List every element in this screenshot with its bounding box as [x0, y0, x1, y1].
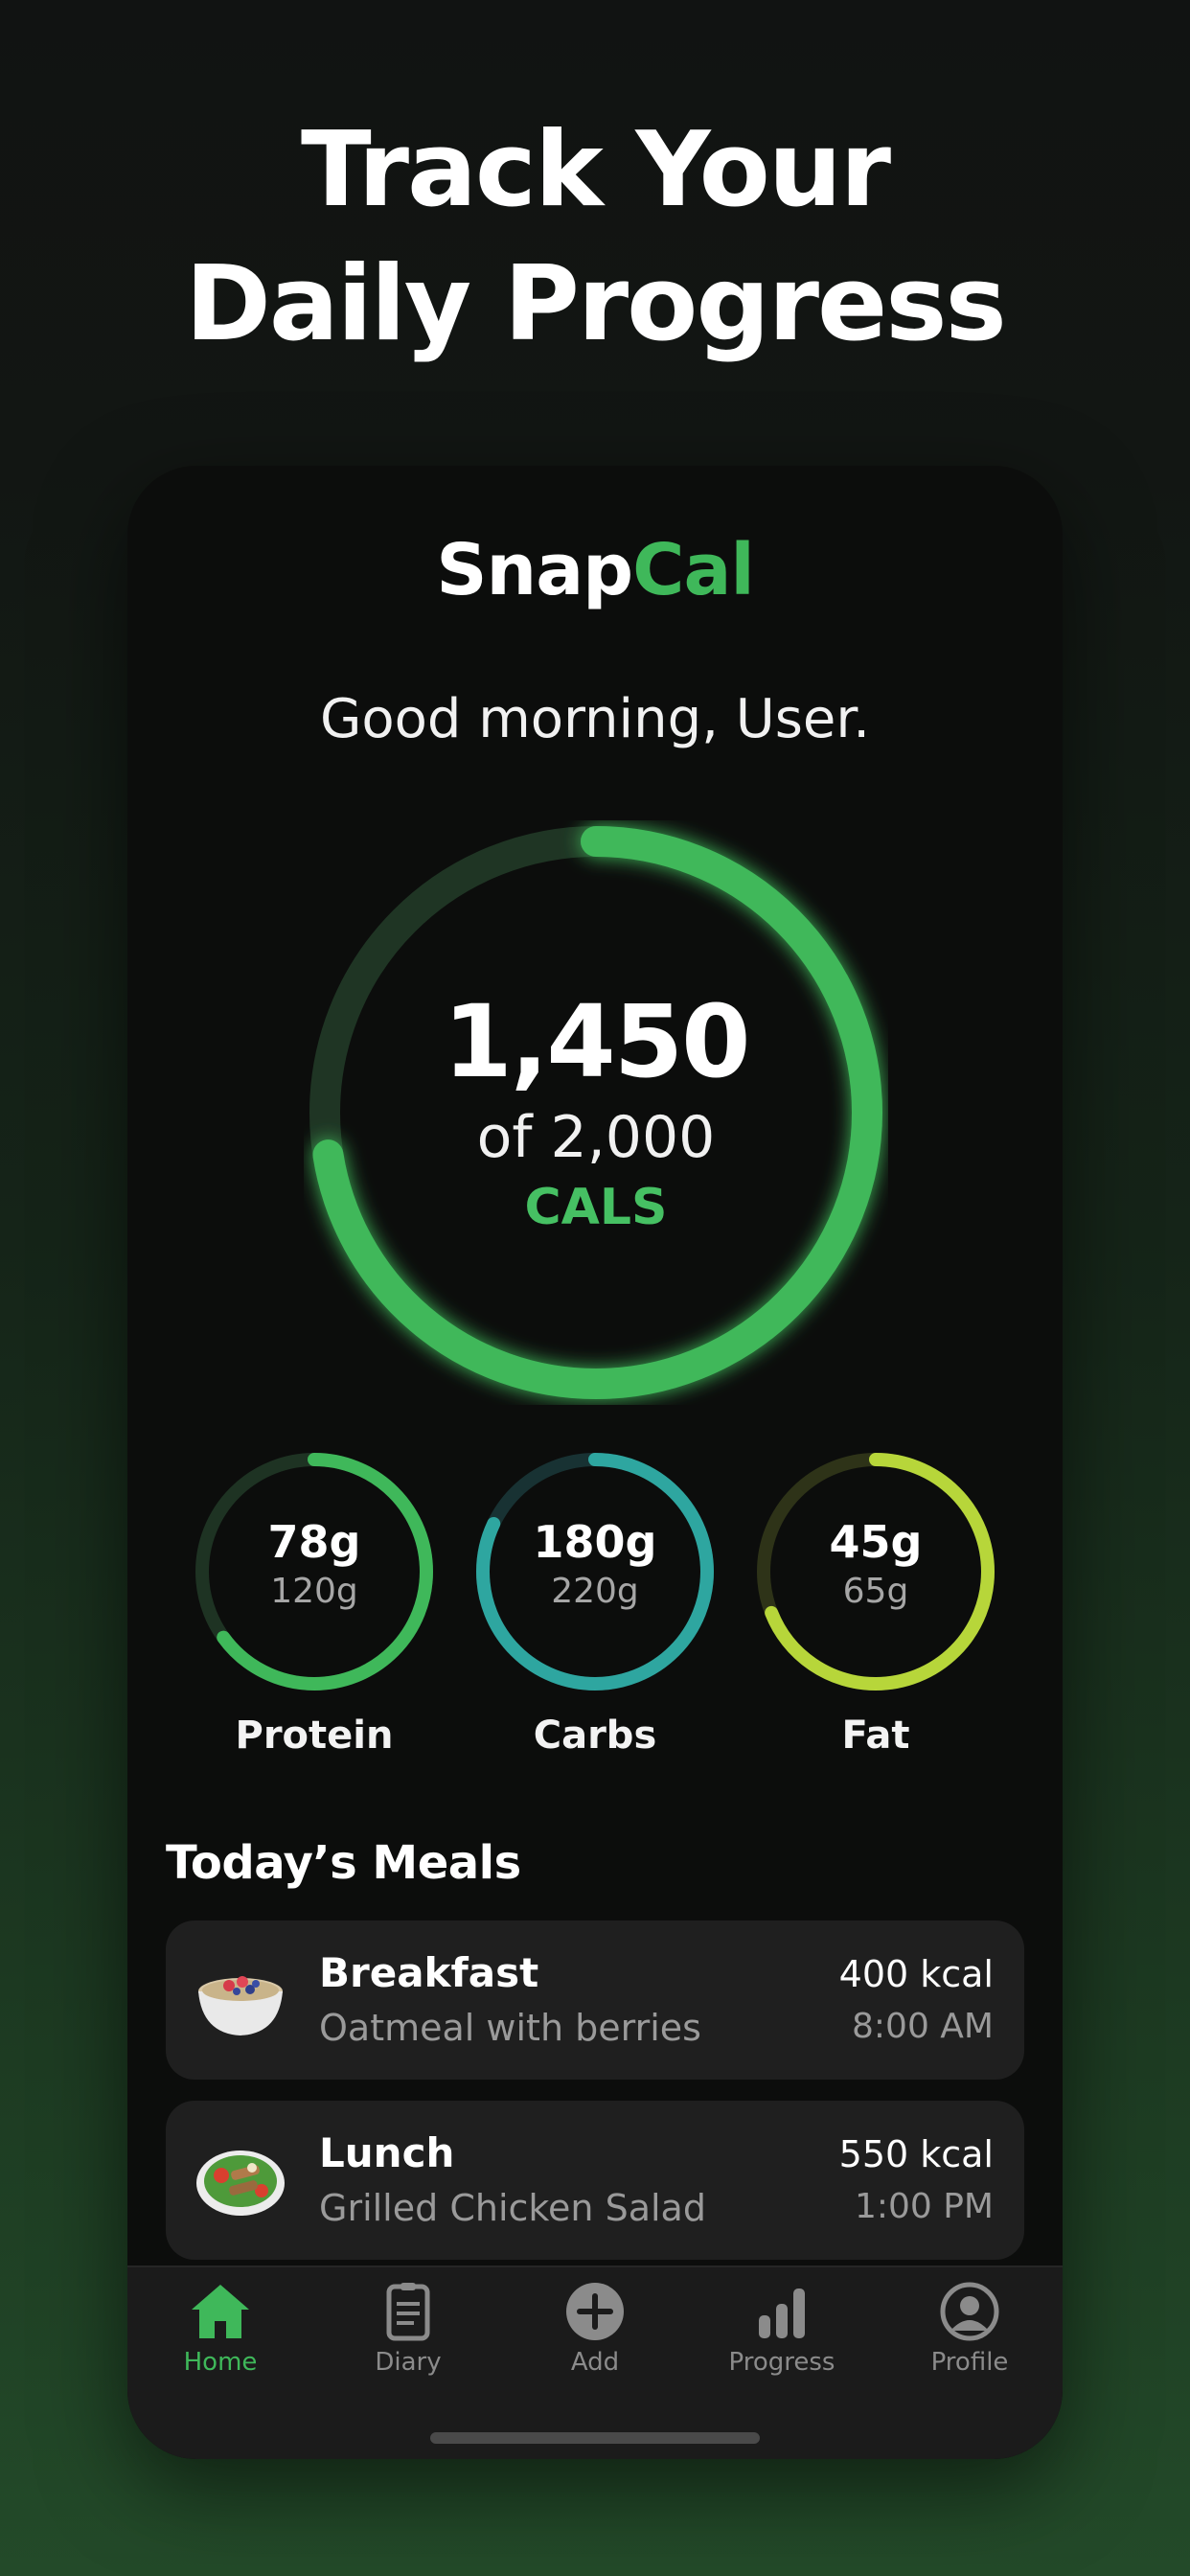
calories-goal: of 2,000 — [476, 1104, 716, 1171]
tab-diary[interactable]: Diary — [332, 2281, 485, 2386]
protein-value: 78g — [267, 1516, 361, 1568]
tab-diary-label: Diary — [375, 2348, 442, 2377]
tab-add-label: Add — [570, 2348, 620, 2377]
meal-calories: 400 kcal — [838, 1953, 994, 1995]
carbs-label: Carbs — [533, 1714, 657, 1758]
meal-card-lunch[interactable]: Lunch Grilled Chicken Salad 550 kcal 1:0… — [166, 2101, 1024, 2260]
carbs-target: 220g — [551, 1572, 639, 1611]
app-logo-part-1: Snap — [436, 529, 633, 611]
calories-unit: CALS — [524, 1179, 668, 1236]
macro-carbs: 180g 220g Carbs — [470, 1447, 720, 1773]
meal-name: Breakfast — [319, 1949, 539, 1996]
meal-name: Lunch — [319, 2129, 455, 2176]
home-icon — [192, 2285, 249, 2338]
chicken-salad-icon — [196, 2150, 285, 2216]
phone-screen: SnapCal Good morning, User. 1,450 of 2,0… — [127, 466, 1063, 2459]
headline-line-2: Daily Progress — [185, 244, 1007, 364]
tab-add[interactable]: Add — [518, 2281, 672, 2386]
meal-time: 8:00 AM — [852, 2007, 994, 2046]
home-indicator — [430, 2432, 760, 2444]
macro-fat: 45g 65g Fat — [751, 1447, 1000, 1773]
greeting: Good morning, User. — [319, 688, 871, 750]
tab-bar: Home Diary Add Progress Profile — [127, 2266, 1063, 2459]
profile-icon — [940, 2282, 999, 2341]
fat-label: Fat — [841, 1714, 910, 1758]
calories-consumed: 1,450 — [443, 983, 751, 1100]
meal-time: 1:00 PM — [854, 2187, 994, 2226]
tab-progress-label: Progress — [728, 2348, 835, 2377]
tab-home-label: Home — [183, 2348, 258, 2377]
protein-label: Protein — [235, 1714, 394, 1758]
app-logo-part-2: Cal — [632, 529, 755, 611]
fat-target: 65g — [842, 1572, 909, 1611]
meal-description: Grilled Chicken Salad — [319, 2187, 706, 2229]
headline-line-1: Track Your — [300, 110, 891, 230]
diary-icon — [386, 2283, 430, 2341]
todays-meals-title: Today’s Meals — [166, 1836, 521, 1890]
calorie-summary: 1,450 of 2,000 CALS — [304, 820, 888, 1405]
oatmeal-bowl-icon — [198, 1976, 283, 2036]
meal-card-breakfast[interactable]: Breakfast Oatmeal with berries 400 kcal … — [166, 1920, 1024, 2080]
calorie-ring: 1,450 of 2,000 CALS — [304, 820, 888, 1405]
app-logo: SnapCal — [127, 529, 1063, 611]
tab-home[interactable]: Home — [144, 2281, 297, 2386]
meal-calories: 550 kcal — [838, 2133, 994, 2175]
add-icon — [566, 2283, 624, 2340]
meal-description: Oatmeal with berries — [319, 2007, 701, 2049]
protein-target: 120g — [270, 1572, 358, 1611]
tab-profile[interactable]: Profile — [893, 2281, 1046, 2386]
macro-protein: 78g 120g Protein — [190, 1447, 439, 1773]
tab-profile-label: Profile — [930, 2348, 1009, 2377]
fat-value: 45g — [829, 1516, 923, 1568]
carbs-value: 180g — [533, 1516, 657, 1568]
tab-progress[interactable]: Progress — [705, 2281, 858, 2386]
progress-icon — [759, 2288, 805, 2338]
headline: Track Your Daily Progress — [0, 104, 1190, 372]
